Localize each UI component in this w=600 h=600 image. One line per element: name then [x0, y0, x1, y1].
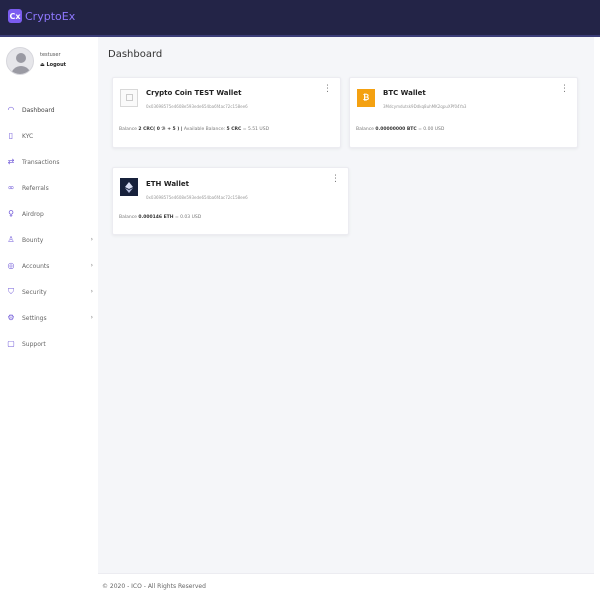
balance-separator: |: [180, 127, 183, 132]
top-bar: Cx CryptoEx: [0, 0, 600, 37]
sidebar-item-label: Dashboard: [22, 106, 55, 114]
wallet-balance: Balance 2 CRC( 0 ℬ + 5 ) | Available Bal…: [119, 127, 269, 132]
logout-icon: ⏏: [40, 62, 45, 68]
sidebar-item-transactions[interactable]: ⇄ Transactions: [0, 149, 98, 175]
more-vertical-icon[interactable]: ⋮: [560, 85, 569, 94]
more-vertical-icon[interactable]: ⋮: [331, 175, 340, 184]
sidebar-item-kyc[interactable]: ▯ KYC: [0, 123, 98, 149]
accounts-icon: ◎: [7, 261, 15, 270]
sidebar-item-airdrop[interactable]: ♀ Airdrop: [0, 201, 98, 227]
sidebar-item-settings[interactable]: ⚙ Settings ›: [0, 305, 98, 331]
wallet-address: 0x03698575e4608e593ede654ba6f4ac72c158ee…: [146, 104, 248, 109]
bitcoin-icon: ₿: [357, 89, 375, 107]
wallet-balance: Balance 0.00000000 BTC = 0.00 USD: [356, 127, 444, 132]
wallet-card-eth[interactable]: ETH Wallet 0x03698575e4608e593ede654ba6f…: [112, 167, 349, 235]
chevron-right-icon: ›: [90, 288, 93, 295]
balance-usd: = 0.00 USD: [418, 127, 445, 132]
available-balance-value: 5 CRC: [226, 127, 242, 132]
sidebar-item-support[interactable]: ▢ Support: [0, 331, 98, 357]
brand-name: CryptoEx: [25, 9, 76, 23]
security-icon: ⛉: [8, 287, 14, 296]
settings-icon: ⚙: [7, 313, 15, 322]
transactions-icon: ⇄: [7, 157, 15, 166]
support-icon: ▢: [7, 339, 15, 348]
wallet-card-btc[interactable]: ₿ BTC Wallet 3Mdcymdutsk9Ddkq8uhMK2qpuXP…: [349, 77, 578, 148]
main-content: Dashboard Crypto Coin TEST Wallet 0x0369…: [98, 37, 594, 573]
sidebar-item-label: Referrals: [22, 184, 49, 192]
kyc-icon: ▯: [8, 131, 14, 140]
airdrop-icon: ♀: [8, 209, 14, 218]
sidebar-item-bounty[interactable]: ♙ Bounty ›: [0, 227, 98, 253]
brand-logo-icon: Cx: [8, 9, 22, 23]
sidebar-item-label: Security: [22, 288, 47, 296]
username: testuser: [40, 52, 61, 58]
crypto-coin-icon: [120, 89, 138, 107]
page-title: Dashboard: [108, 49, 163, 60]
sidebar-item-label: Airdrop: [22, 210, 44, 218]
balance-label: Balance: [119, 127, 137, 132]
brand[interactable]: Cx CryptoEx: [8, 9, 75, 23]
logout-label: Logout: [46, 62, 67, 68]
wallet-card-crc[interactable]: Crypto Coin TEST Wallet 0x03698575e4608e…: [112, 77, 341, 148]
available-balance-usd: = 5.51 USD: [242, 127, 270, 132]
balance-label: Balance: [119, 215, 137, 220]
sidebar-item-label: Transactions: [22, 158, 60, 166]
wallet-balance: Balance 0.000146 ETH = 0.03 USD: [119, 215, 201, 220]
chevron-right-icon: ›: [90, 236, 93, 243]
page-right-edge: [594, 37, 600, 600]
more-vertical-icon[interactable]: ⋮: [323, 85, 332, 94]
sidebar-item-security[interactable]: ⛉ Security ›: [0, 279, 98, 305]
avatar: [6, 47, 34, 75]
sidebar-item-label: Bounty: [22, 236, 44, 244]
ethereum-glyph-icon: [125, 182, 133, 193]
sidebar-item-label: KYC: [22, 132, 34, 140]
bounty-icon: ♙: [7, 235, 15, 244]
wallet-title: ETH Wallet: [146, 180, 189, 188]
balance-value: 0.00000000 BTC: [375, 127, 417, 132]
chevron-right-icon: ›: [90, 314, 93, 321]
sidebar: testuser ⏏ Logout ◠ Dashboard ▯ KYC ⇄ Tr…: [0, 37, 98, 600]
balance-value: 0.000146 ETH: [138, 215, 174, 220]
wallet-title: BTC Wallet: [383, 89, 426, 97]
sidebar-item-dashboard[interactable]: ◠ Dashboard: [0, 97, 98, 123]
sidebar-nav: ◠ Dashboard ▯ KYC ⇄ Transactions ∞ Refer…: [0, 97, 98, 357]
balance-value: 2 CRC( 0 ℬ + 5 ): [138, 127, 180, 132]
user-panel: testuser ⏏ Logout: [6, 47, 66, 75]
wallet-address: 3Mdcymdutsk9Ddkq8uhMK2qpuXPf04Ya3: [383, 104, 467, 109]
footer-copyright: © 2020 - ICO - All Rights Reserved: [102, 583, 206, 590]
sidebar-item-label: Support: [22, 340, 46, 348]
sidebar-item-label: Settings: [22, 314, 47, 322]
balance-label: Balance: [356, 127, 374, 132]
wallet-address: 0x03698575e4608e593ede654ba6f4ac72c158ee…: [146, 195, 248, 200]
sidebar-item-referrals[interactable]: ∞ Referrals: [0, 175, 98, 201]
referrals-icon: ∞: [7, 183, 15, 192]
balance-usd: = 0.03 USD: [174, 215, 202, 220]
chevron-right-icon: ›: [90, 262, 93, 269]
sidebar-item-accounts[interactable]: ◎ Accounts ›: [0, 253, 98, 279]
logout-link[interactable]: ⏏ Logout: [40, 62, 66, 68]
footer: © 2020 - ICO - All Rights Reserved: [98, 573, 594, 600]
dashboard-icon: ◠: [7, 105, 15, 114]
sidebar-item-label: Accounts: [22, 262, 50, 270]
wallet-title: Crypto Coin TEST Wallet: [146, 89, 242, 97]
ethereum-icon: [120, 178, 138, 196]
available-balance-label: Available Balance:: [183, 127, 226, 132]
